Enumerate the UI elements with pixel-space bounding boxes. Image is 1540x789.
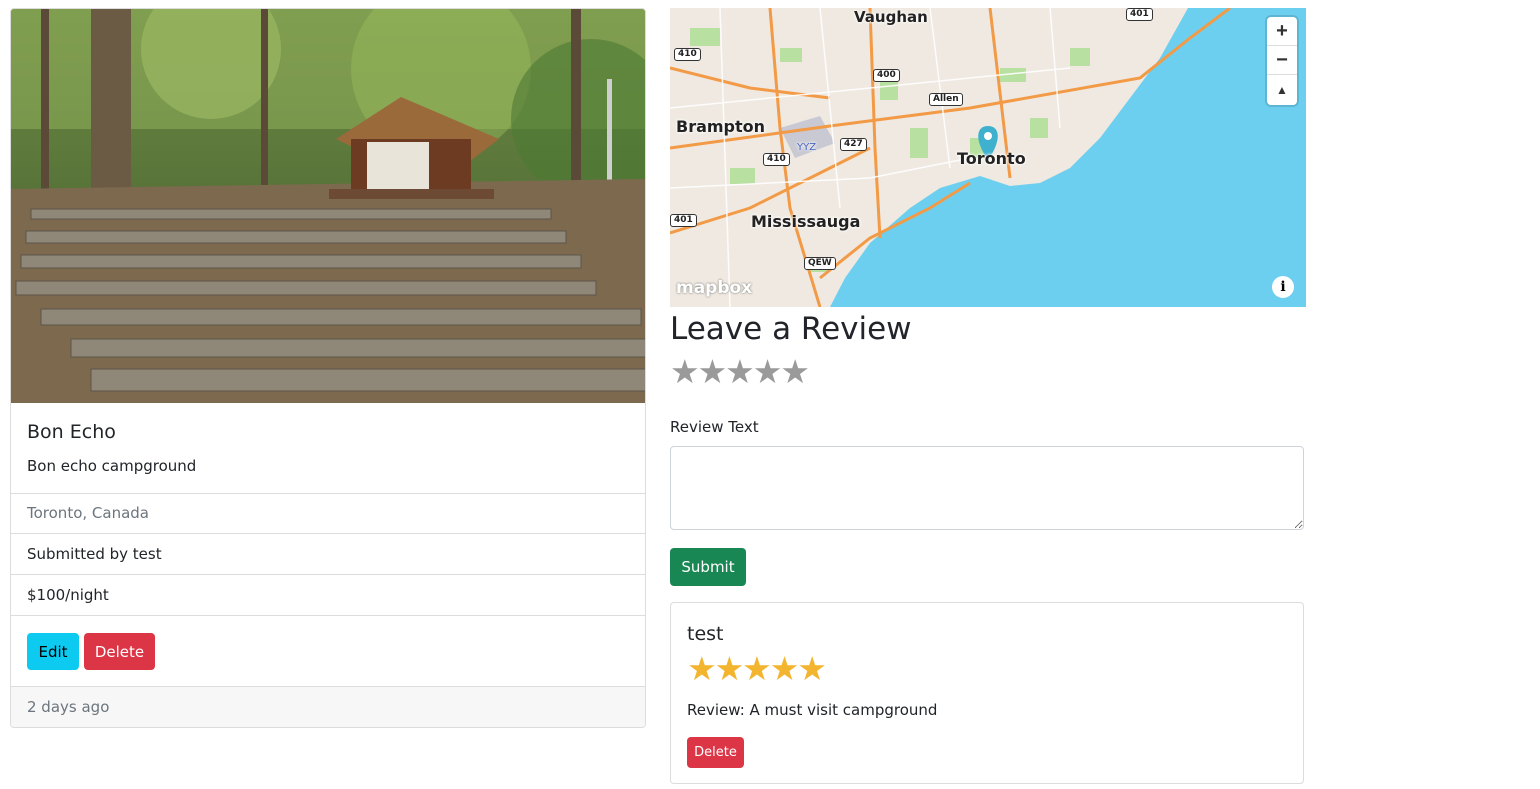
posted-time: 2 days ago [27, 698, 110, 716]
review-text: Review: A must visit campground [687, 701, 938, 719]
road-shield-qew: QEW [804, 257, 836, 270]
campground-photo [11, 9, 645, 403]
delete-campground-button[interactable]: Delete [84, 633, 155, 670]
location-item: Toronto, Canada [11, 493, 645, 534]
road-shield-410: 410 [674, 48, 701, 61]
card-footer: 2 days ago [11, 687, 645, 727]
map-label-toronto: Toronto [957, 149, 1026, 168]
price-text: $100/night [27, 586, 109, 604]
road-shield-401: 401 [1126, 8, 1153, 21]
map-navigation-controls: + − ▲ [1267, 17, 1297, 105]
rating-input-stars[interactable]: ★★★★★ [670, 352, 810, 391]
review-heading: Leave a Review [670, 311, 912, 347]
review-text-label: Review Text [670, 418, 759, 436]
map-label-mississauga: Mississauga [751, 212, 861, 231]
campground-title: Bon Echo [27, 421, 116, 443]
submit-button[interactable]: Submit [670, 548, 746, 586]
delete-review-button[interactable]: Delete [687, 737, 744, 768]
road-shield-410-b: 410 [763, 153, 790, 166]
map[interactable]: Vaughan Brampton Toronto Mississauga YYZ… [670, 8, 1306, 307]
review-rating-stars: ★★★★★ [687, 649, 827, 688]
review-author: test [687, 623, 724, 645]
road-shield-427: 427 [840, 138, 867, 151]
road-shield-400: 400 [873, 69, 900, 82]
map-label-brampton: Brampton [676, 117, 766, 136]
campground-description: Bon echo campground [27, 457, 197, 475]
road-shield-allen: Allen [929, 93, 963, 106]
submitted-by-item: Submitted by test [11, 534, 645, 575]
map-label-airport: YYZ [797, 142, 817, 153]
price-item: $100/night [11, 575, 645, 616]
road-shield-401-b: 401 [670, 214, 697, 227]
compass-icon[interactable]: ▲ [1267, 75, 1297, 104]
review-card: test ★★★★★ Review: A must visit campgrou… [670, 602, 1304, 784]
zoom-out-button[interactable]: − [1267, 46, 1297, 75]
submitted-by-text: Submitted by test [27, 545, 162, 563]
review-text-input[interactable] [670, 446, 1304, 530]
map-label-vaughan: Vaughan [854, 8, 928, 26]
edit-button[interactable]: Edit [27, 633, 79, 670]
campground-actions: Edit Delete [11, 616, 645, 687]
mapbox-logo[interactable]: mapbox [676, 278, 752, 298]
campground-card: Bon Echo Bon echo campground Toronto, Ca… [10, 8, 646, 728]
info-icon[interactable]: i [1272, 276, 1294, 298]
zoom-in-button[interactable]: + [1267, 17, 1297, 46]
campground-details: Bon Echo Bon echo campground [11, 403, 645, 494]
location-text: Toronto, Canada [27, 504, 149, 522]
